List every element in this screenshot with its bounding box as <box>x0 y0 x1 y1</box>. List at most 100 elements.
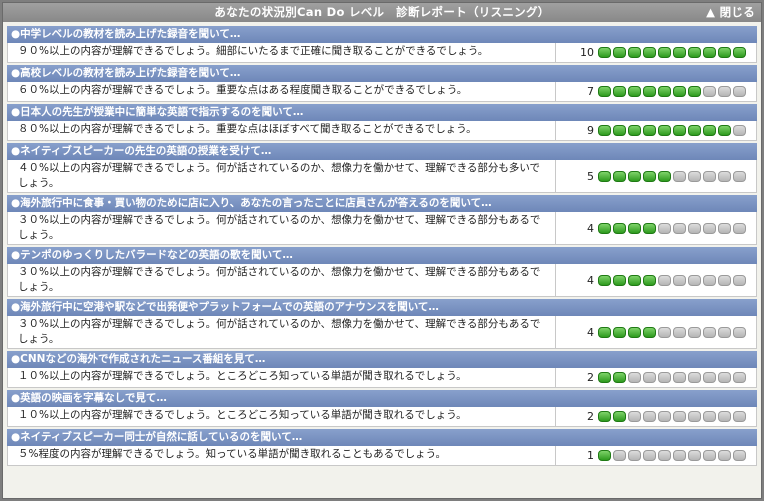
level-block-filled <box>688 47 701 58</box>
level-block-empty <box>643 411 656 422</box>
level-block-filled <box>718 125 731 136</box>
level-block-empty <box>718 86 731 97</box>
window-title: あなたの状況別Can Do レベル 診断レポート（リスニング） <box>214 5 550 19</box>
level-block-filled <box>643 86 656 97</box>
level-meter <box>598 47 746 58</box>
close-button[interactable]: ▲ 閉じる <box>706 3 755 22</box>
level-block-empty <box>613 450 626 461</box>
level-block-filled <box>613 372 626 383</box>
level-cell: 5 <box>556 160 756 192</box>
level-block-empty <box>658 222 671 234</box>
level-block-empty <box>688 274 701 286</box>
level-score: 7 <box>587 85 594 98</box>
report-window: あなたの状況別Can Do レベル 診断レポート（リスニング） ▲ 閉じる ●中… <box>2 2 762 499</box>
level-cell: 2 <box>556 368 756 387</box>
situation-item: ●海外旅行中に空港や駅などで出発便やプラットフォームでの英語のアナウンスを聞いて… <box>7 299 757 349</box>
level-block-filled <box>598 450 611 461</box>
level-block-filled <box>733 47 746 58</box>
level-block-filled <box>613 125 626 136</box>
title-bar: あなたの状況別Can Do レベル 診断レポート（リスニング） ▲ 閉じる <box>3 3 761 22</box>
situation-header: ●ネイティブスピーカー同士が自然に話しているのを聞いて… <box>7 429 757 446</box>
level-block-filled <box>598 86 611 97</box>
level-block-empty <box>688 222 701 234</box>
level-block-empty <box>703 450 716 461</box>
situation-row: ４０%以上の内容が理解できるでしょう。何が話されているのか、想像力を働かせて、理… <box>7 160 757 193</box>
level-block-empty <box>643 450 656 461</box>
situation-row: ５%程度の内容が理解できるでしょう。知っている単語が聞き取れることもあるでしょう… <box>7 446 757 466</box>
level-score: 4 <box>587 325 594 339</box>
situation-header: ●中学レベルの教材を読み上げた録音を聞いて… <box>7 26 757 43</box>
level-block-empty <box>718 450 731 461</box>
level-block-empty <box>703 372 716 383</box>
level-meter <box>598 170 746 182</box>
level-score: 4 <box>587 273 594 287</box>
level-block-empty <box>718 274 731 286</box>
situation-item: ●ネイティブスピーカー同士が自然に話しているのを聞いて… ５%程度の内容が理解でき… <box>7 429 757 466</box>
situation-description: ６０%以上の内容が理解できるでしょう。重要な点はある程度聞き取ることができるでし… <box>8 82 556 101</box>
situation-row: １０%以上の内容が理解できるでしょう。ところどころ知っている単語が聞き取れるでし… <box>7 368 757 388</box>
situation-item: ●CNNなどの海外で作成されたニュース番組を見て… １０%以上の内容が理解できるで… <box>7 351 757 388</box>
situation-row: ９０%以上の内容が理解できるでしょう。細部にいたるまで正確に聞き取ることができる… <box>7 43 757 63</box>
level-block-empty <box>733 170 746 182</box>
situation-description: ３０%以上の内容が理解できるでしょう。何が話されているのか、想像力を働かせて、理… <box>8 316 556 348</box>
level-score: 2 <box>587 410 594 423</box>
level-block-filled <box>613 222 626 234</box>
level-block-filled <box>613 326 626 338</box>
level-block-empty <box>628 411 641 422</box>
situation-header: ●高校レベルの教材を読み上げた録音を聞いて… <box>7 65 757 82</box>
level-score: 1 <box>587 449 594 462</box>
level-block-filled <box>598 326 611 338</box>
situation-row: ３０%以上の内容が理解できるでしょう。何が話されているのか、想像力を働かせて、理… <box>7 212 757 245</box>
level-block-empty <box>658 450 671 461</box>
level-block-filled <box>643 274 656 286</box>
level-block-empty <box>673 274 686 286</box>
level-cell: 4 <box>556 316 756 348</box>
situation-row: ３０%以上の内容が理解できるでしょう。何が話されているのか、想像力を働かせて、理… <box>7 316 757 349</box>
situation-row: ８０%以上の内容が理解できるでしょう。重要な点はほぼすべて聞き取ることができるで… <box>7 121 757 141</box>
level-meter <box>598 125 746 136</box>
level-block-empty <box>703 222 716 234</box>
level-cell: 7 <box>556 82 756 101</box>
level-block-empty <box>628 372 641 383</box>
level-block-filled <box>673 47 686 58</box>
situation-description: １０%以上の内容が理解できるでしょう。ところどころ知っている単語が聞き取れるでし… <box>8 368 556 387</box>
level-block-filled <box>658 125 671 136</box>
level-block-filled <box>598 411 611 422</box>
situation-header: ●海外旅行中に食事・買い物のために店に入り、あなたの言ったことに店員さんが答える… <box>7 195 757 212</box>
level-block-empty <box>733 450 746 461</box>
level-block-empty <box>688 450 701 461</box>
level-block-empty <box>673 450 686 461</box>
situation-description: ４０%以上の内容が理解できるでしょう。何が話されているのか、想像力を働かせて、理… <box>8 160 556 192</box>
level-block-empty <box>688 326 701 338</box>
level-block-filled <box>673 125 686 136</box>
level-block-filled <box>598 372 611 383</box>
level-score: 4 <box>587 221 594 235</box>
situation-description: ９０%以上の内容が理解できるでしょう。細部にいたるまで正確に聞き取ることができる… <box>8 43 556 62</box>
level-block-filled <box>628 326 641 338</box>
level-block-empty <box>718 372 731 383</box>
level-meter <box>598 326 746 338</box>
situation-description: １０%以上の内容が理解できるでしょう。ところどころ知っている単語が聞き取れるでし… <box>8 407 556 426</box>
level-block-empty <box>673 372 686 383</box>
level-block-filled <box>628 274 641 286</box>
level-block-empty <box>673 326 686 338</box>
level-meter <box>598 86 746 97</box>
level-block-empty <box>673 411 686 422</box>
level-score: 10 <box>580 46 594 59</box>
situation-row: １０%以上の内容が理解できるでしょう。ところどころ知っている単語が聞き取れるでし… <box>7 407 757 427</box>
level-meter <box>598 222 746 234</box>
level-block-filled <box>613 47 626 58</box>
situation-item: ●ネイティブスピーカーの先生の英語の授業を受けて… ４０%以上の内容が理解できるで… <box>7 143 757 193</box>
level-block-filled <box>643 125 656 136</box>
level-block-empty <box>703 411 716 422</box>
situation-item: ●中学レベルの教材を読み上げた録音を聞いて… ９０%以上の内容が理解できるでしょう… <box>7 26 757 63</box>
situation-row: ３０%以上の内容が理解できるでしょう。何が話されているのか、想像力を働かせて、理… <box>7 264 757 297</box>
level-block-filled <box>598 125 611 136</box>
level-block-empty <box>688 411 701 422</box>
situation-item: ●海外旅行中に食事・買い物のために店に入り、あなたの言ったことに店員さんが答える… <box>7 195 757 245</box>
level-block-filled <box>598 222 611 234</box>
level-block-empty <box>718 170 731 182</box>
situation-description: ３０%以上の内容が理解できるでしょう。何が話されているのか、想像力を働かせて、理… <box>8 264 556 296</box>
level-block-empty <box>703 170 716 182</box>
level-block-filled <box>658 86 671 97</box>
